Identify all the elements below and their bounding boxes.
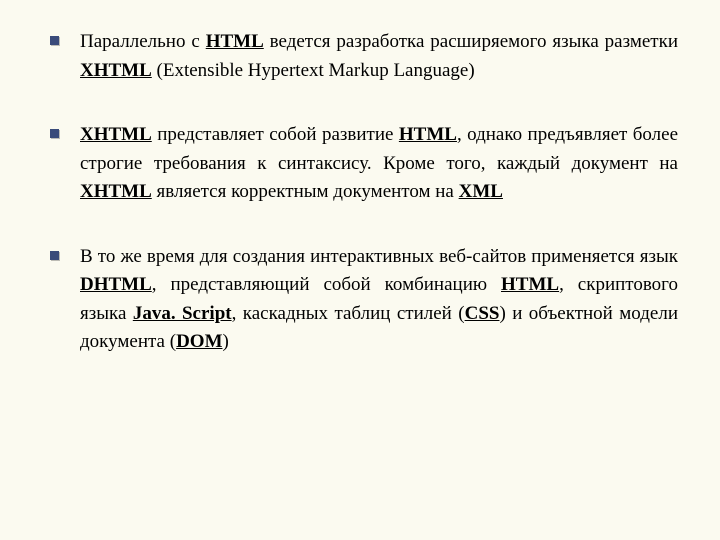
text: (Extensible Hypertext Markup Language) [152,60,475,81]
term-javascript: Java. Script [133,303,232,324]
text: является корректным документом на [152,181,459,202]
text: , представляющий собой комбинацию [152,274,501,295]
term-xhtml: XHTML [80,60,152,81]
term-css: CSS [465,303,500,324]
term-xml: XML [459,181,503,202]
term-xhtml: XHTML [80,124,152,145]
bullet-list: Параллельно с HTML ведется разработка ра… [42,28,678,357]
term-dhtml: DHTML [80,274,152,295]
term-html: HTML [399,124,457,145]
term-xhtml: XHTML [80,181,152,202]
bullet-2: XHTML представляет собой развитие HTML, … [42,121,678,207]
text: В то же время для создания интерактивных… [80,246,678,267]
text: ведется разработка расширяемого языка ра… [264,31,678,52]
bullet-1: Параллельно с HTML ведется разработка ра… [42,28,678,85]
text: Параллельно с [80,31,206,52]
term-html: HTML [206,31,264,52]
term-dom: DOM [176,331,222,352]
text: ) [223,331,229,352]
term-html: HTML [501,274,559,295]
text: представляет собой развитие [152,124,399,145]
text: , каскадных таблиц стилей ( [232,303,465,324]
slide: Параллельно с HTML ведется разработка ра… [0,0,720,540]
bullet-3: В то же время для создания интерактивных… [42,243,678,357]
